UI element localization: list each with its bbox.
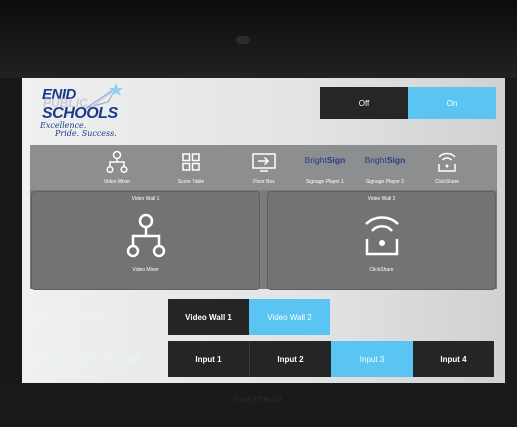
source-video-mixer[interactable]: Video Mixer [82,148,152,188]
source-bar: Video Mixer Score Table Floor Box Bright… [30,145,497,190]
source-score-table[interactable]: Score Table [156,148,226,188]
input-icon [252,153,276,172]
source-label: ClickShare [434,179,460,185]
brightsign-logo-part: Bright [304,155,327,165]
bezel-brand: CRESTRON [234,397,283,404]
wall-source-label: ClickShare [369,267,394,273]
source-label: Signage Player 2 [365,179,405,185]
source-label: Floor Box [253,179,275,185]
power-on-button[interactable]: On [408,87,496,119]
video-wall-2-tile[interactable]: Video Wall 2 ClickShare [267,191,496,290]
video-mixer-source-label: Video Mixer Source [36,351,141,365]
mixer-input-4-button[interactable]: Input 4 [413,341,494,377]
source-signage-player-2[interactable]: BrightSign Signage Player 2 [350,148,420,188]
mixer-input-1-button[interactable]: Input 1 [168,341,249,377]
audio-source-video-wall-1-button[interactable]: Video Wall 1 [168,299,249,335]
clickshare-icon [438,152,456,172]
brightsign-logo: BrightSign [350,150,420,170]
school-logo: ENID PUBLIC SCHOOLS Excellence. Pride. S… [30,83,140,138]
brightsign-logo-part: Sign [326,155,346,165]
touch-screen: ENID PUBLIC SCHOOLS Excellence. Pride. S… [22,78,505,383]
video-walls: Video Wall 1 Video Mixer Video Wall 2 Cl… [30,190,497,290]
power-off-button[interactable]: Off [320,87,408,119]
source-label: Score Table [177,179,205,185]
clickshare-icon [362,212,402,265]
panel-bezel-left [0,78,22,383]
brightsign-logo-part: Bright [364,155,387,165]
brightsign-logo-part: Sign [386,155,406,165]
network-icon [106,150,128,174]
network-icon [126,212,166,265]
audio-source-label: Audio Source [36,310,109,324]
video-wall-1-tile[interactable]: Video Wall 1 Video Mixer [31,191,260,290]
source-clickshare[interactable]: ClickShare [412,148,482,188]
audio-source-video-wall-2-button[interactable]: Video Wall 2 [249,299,330,335]
wall-title: Video Wall 1 [131,196,160,202]
panel-bezel-bottom [0,383,517,427]
mixer-input-2-button[interactable]: Input 2 [249,341,331,377]
power-toggle: Off On [320,87,496,119]
panel-bezel-right [505,78,517,383]
source-floor-box[interactable]: Floor Box [229,148,299,188]
camera-icon [236,36,250,44]
grid-icon [182,153,200,171]
source-label: Video Mixer [103,179,131,185]
panel-bezel-top [0,0,517,78]
logo-tagline-2: Pride. Success. [55,129,117,138]
wall-title: Video Wall 2 [367,196,396,202]
mixer-input-3-button[interactable]: Input 3 [331,341,413,377]
wall-source-label: Video Mixer [132,267,159,273]
